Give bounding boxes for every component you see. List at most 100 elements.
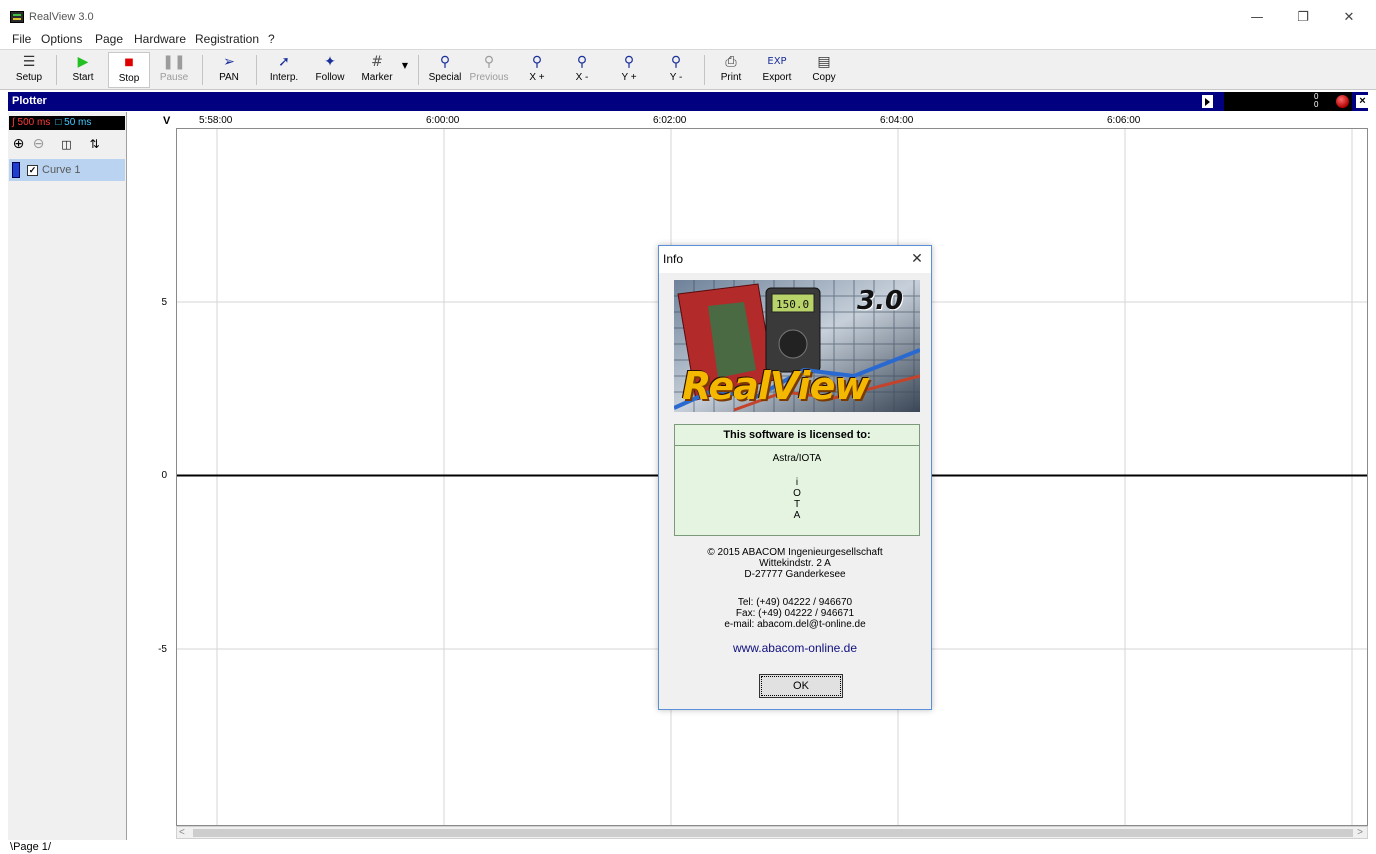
menu-options[interactable]: Options (41, 32, 82, 46)
dialog-title: Info (663, 252, 684, 266)
menu-bar: File Options Page Hardware Registration … (0, 30, 1376, 47)
title-bar: RealView 3.0 — ❐ ✕ (0, 0, 1376, 30)
zoom-previous-icon: ⚲ (483, 54, 495, 70)
pause-icon: ❚❚ (162, 54, 186, 70)
brand-logo: RealView (682, 364, 869, 408)
restore-button[interactable]: ❐ (1280, 6, 1326, 30)
menu-file[interactable]: File (12, 32, 31, 46)
window-title: RealView 3.0 (29, 11, 94, 23)
plotter-header: Plotter 0 0 × (8, 92, 1369, 111)
print-button[interactable]: ⎙ Print (713, 52, 749, 88)
scroll-thumb[interactable] (193, 829, 1353, 837)
marker-dropdown[interactable]: ▼ (399, 52, 411, 88)
pause-button[interactable]: ❚❚ Pause (155, 52, 193, 88)
curve-panel: ∫ 500 ms □ 50 ms ⊕ ⊖ ◫ ⇅ ✓ Curve 1 (8, 112, 127, 840)
interp-button[interactable]: ➚ Interp. (263, 52, 305, 88)
licensee-line: T (793, 499, 801, 510)
setup-button[interactable]: ☰ Setup (10, 52, 48, 88)
setup-icon: ☰ (22, 54, 36, 70)
toolbar-separator (704, 55, 705, 85)
copyright-text: © 2015 ABACOM Ingenieurgesellschaft (707, 547, 883, 558)
toolbar-separator (202, 55, 203, 85)
run-arrow-icon[interactable] (1202, 95, 1213, 108)
zoom-y-minus-button[interactable]: ⚲ Y - (660, 52, 692, 88)
plotter-title: Plotter (12, 95, 47, 107)
city-text: D-27777 Ganderkesee (744, 569, 846, 580)
interpolation-icon: ➚ (278, 54, 290, 70)
pan-button[interactable]: ➢ PAN (210, 52, 248, 88)
y-scale-icon[interactable]: ⇅ (86, 136, 103, 153)
zoom-out-y-icon: ⚲ (670, 54, 682, 70)
zoom-x-plus-button[interactable]: ⚲ X + (521, 52, 553, 88)
toolbar: ☰ Setup ▶ Start ■ Stop ❚❚ Pause ➢ PAN ➚ … (0, 49, 1376, 90)
product-banner: 150.0 3.0 RealView (674, 280, 920, 412)
scroll-left-icon[interactable]: < (179, 827, 185, 838)
previous-button[interactable]: ⚲ Previous (467, 52, 511, 88)
street-text: Wittekindstr. 2 A (759, 558, 831, 569)
y-axis-unit: V (163, 115, 171, 127)
marker-button[interactable]: # Marker (356, 52, 398, 88)
curve-label: Curve 1 (42, 164, 81, 176)
record-indicator-icon (1336, 95, 1349, 108)
menu-help[interactable]: ? (268, 32, 275, 46)
ok-button[interactable]: OK (759, 674, 843, 698)
zoom-out-x-icon: ⚲ (576, 54, 588, 70)
stop-icon: ■ (124, 57, 134, 68)
x-scale-icon[interactable]: ◫ (58, 136, 75, 153)
svg-text:150.0: 150.0 (776, 298, 809, 311)
phone-text: Tel: (+49) 04222 / 946670 (737, 597, 853, 608)
page-tab[interactable]: \Page 1/ (10, 841, 51, 853)
zoom-special-icon: ⚲ (439, 54, 451, 70)
sample-counter: 0 0 (1314, 92, 1319, 109)
dialog-close-button[interactable]: ✕ (907, 249, 927, 269)
special-button[interactable]: ⚲ Special (426, 52, 464, 88)
display-rate: □ 50 ms (55, 117, 92, 128)
toolbar-separator (256, 55, 257, 85)
scroll-right-icon[interactable]: > (1357, 827, 1363, 838)
y-tick-label: 0 (161, 470, 167, 481)
license-box: This software is licensed to: Astra/IOTA… (674, 424, 920, 536)
sample-rate: ∫ 500 ms (12, 117, 51, 128)
zoom-in-x-icon: ⚲ (531, 54, 543, 70)
y-tick-label: 5 (161, 297, 167, 308)
y-tick-label: -5 (158, 644, 167, 655)
start-button[interactable]: ▶ Start (64, 52, 102, 88)
zoom-in-y-icon: ⚲ (623, 54, 635, 70)
plotter-status-area (1224, 92, 1352, 111)
menu-registration[interactable]: Registration (195, 32, 259, 46)
copy-chart-icon: ▤ (817, 54, 831, 70)
dropdown-arrow-icon: ▼ (401, 61, 409, 70)
info-dialog: Info ✕ 150.0 3.0 RealView This software … (658, 245, 932, 710)
pan-cursor-icon: ➢ (223, 54, 235, 70)
zoom-x-minus-button[interactable]: ⚲ X - (566, 52, 598, 88)
follow-button[interactable]: ✦ Follow (310, 52, 350, 88)
marker-grid-icon: # (371, 54, 383, 70)
plotter-close-button[interactable]: × (1356, 95, 1369, 108)
website-link[interactable]: www.abacom-online.de (659, 641, 931, 655)
stop-button[interactable]: ■ Stop (108, 52, 150, 88)
copy-button[interactable]: ▤ Copy (806, 52, 842, 88)
menu-page[interactable]: Page (95, 32, 123, 46)
horizontal-scrollbar[interactable]: < > (176, 826, 1368, 839)
x-tick-label: 6:04:00 (880, 115, 914, 126)
close-window-button[interactable]: ✕ (1326, 6, 1372, 30)
minimize-button[interactable]: — (1234, 6, 1280, 30)
licensee-name: Astra/IOTA (772, 453, 822, 464)
fax-text: Fax: (+49) 04222 / 946671 (735, 608, 855, 619)
x-tick-label: 6:00:00 (426, 115, 460, 126)
curve-list-item[interactable]: ✓ Curve 1 (9, 159, 125, 181)
export-button[interactable]: EXP Export (757, 52, 797, 88)
x-tick-label: 6:06:00 (1107, 115, 1141, 126)
rate-display: ∫ 500 ms □ 50 ms (9, 116, 125, 130)
curve-color-swatch[interactable] (12, 162, 20, 178)
licensee-line: i (795, 477, 799, 488)
version-label: 3.0 (857, 286, 904, 316)
add-curve-icon[interactable]: ⊕ (10, 136, 27, 153)
toolbar-separator (418, 55, 419, 85)
remove-curve-icon[interactable]: ⊖ (30, 136, 47, 153)
zoom-y-plus-button[interactable]: ⚲ Y + (613, 52, 645, 88)
curve-visible-checkbox[interactable]: ✓ (27, 165, 38, 176)
x-tick-label: 5:58:00 (199, 115, 233, 126)
menu-hardware[interactable]: Hardware (134, 32, 186, 46)
panel-toolbar: ⊕ ⊖ ◫ ⇅ (10, 134, 126, 156)
